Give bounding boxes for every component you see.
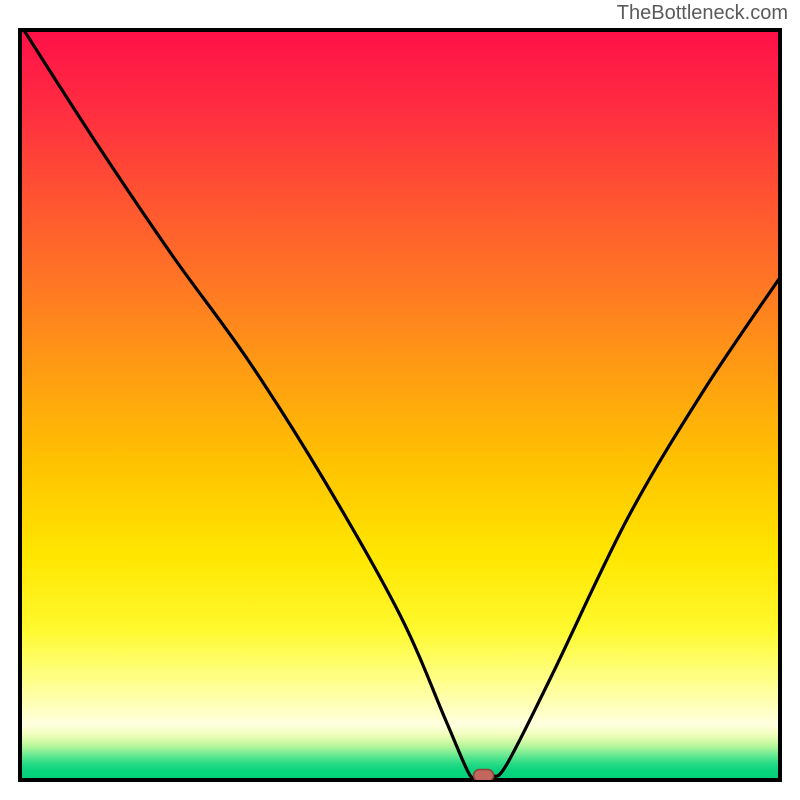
optimum-marker	[474, 770, 494, 782]
chart-container: TheBottleneck.com	[0, 0, 800, 800]
gradient-background	[20, 30, 780, 780]
watermark-text: TheBottleneck.com	[617, 2, 788, 25]
plot	[0, 0, 800, 800]
